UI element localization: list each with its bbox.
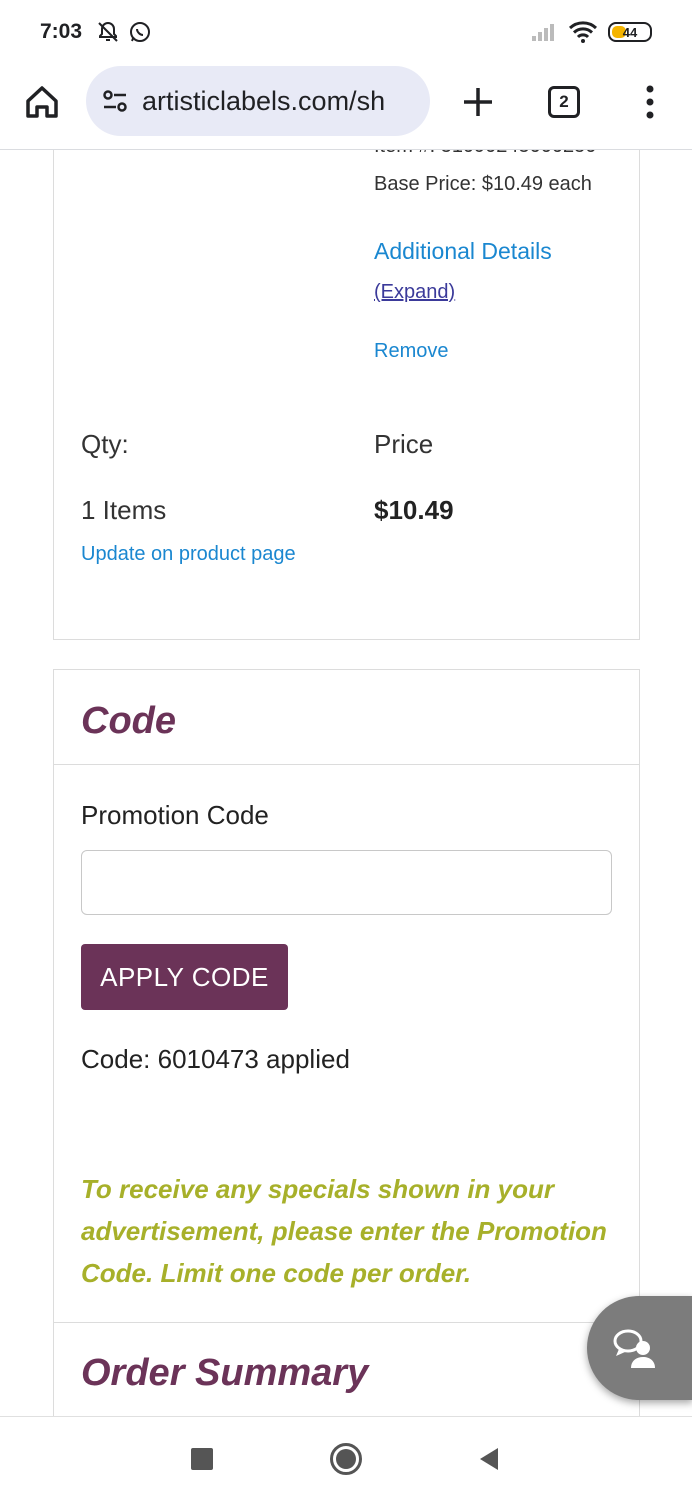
address-bar[interactable]: artisticlabels.com/sh [86, 66, 430, 136]
base-price: Base Price: $10.49 each [374, 173, 592, 195]
tabs-icon[interactable]: 2 [548, 86, 580, 118]
chat-button[interactable] [587, 1296, 692, 1400]
browser-toolbar: artisticlabels.com/sh 2 [0, 62, 692, 150]
system-nav-bar [0, 1416, 692, 1500]
chat-icon [613, 1329, 655, 1368]
code-title: Code [81, 700, 176, 742]
back-icon[interactable] [476, 1446, 502, 1472]
apply-code-button[interactable]: APPLY CODE [81, 944, 288, 1010]
signal-icon [532, 24, 554, 41]
home-icon[interactable] [22, 82, 62, 122]
additional-details-link[interactable]: Additional Details [374, 238, 552, 265]
code-applied-text: Code: 6010473 applied [81, 1044, 350, 1074]
home-nav-icon[interactable] [329, 1442, 363, 1476]
battery-level: 44 [622, 24, 638, 40]
status-system-icons: 44 [530, 20, 652, 44]
expand-link[interactable]: (Expand) [374, 281, 455, 304]
item-number: Item #: 51090245000250 [374, 150, 596, 158]
promo-code-label: Promotion Code [81, 800, 269, 830]
price-label: Price [374, 429, 434, 459]
order-summary-title: Order Summary [81, 1352, 369, 1394]
promo-code-card: Code Promotion Code APPLY CODE Code: 601… [53, 669, 640, 1416]
promo-code-input[interactable] [81, 850, 612, 915]
site-settings-icon[interactable] [100, 86, 130, 116]
update-on-product-page-link[interactable]: Update on product page [81, 543, 296, 566]
plus-icon[interactable] [456, 80, 500, 124]
wifi-icon [568, 21, 598, 43]
menu-icon[interactable] [640, 84, 660, 120]
status-time: 7:03 [40, 20, 83, 43]
divider [54, 1322, 639, 1323]
qty-value: 1 Items [81, 495, 167, 525]
whatsapp-icon [130, 22, 150, 42]
status-bar: 7:03 44 [0, 0, 692, 62]
cart-item-card: Item #: 51090245000250 Base Price: $10.4… [53, 150, 640, 640]
battery-icon: 44 [608, 22, 652, 42]
bell-off-icon [98, 21, 118, 42]
price-value: $10.49 [374, 495, 454, 525]
tab-count: 2 [559, 92, 569, 111]
recent-apps-icon[interactable] [191, 1448, 213, 1470]
code-header: Code [54, 670, 639, 765]
qty-label: Qty: [81, 429, 129, 459]
url-text: artisticlabels.com/sh [142, 85, 386, 116]
remove-link[interactable]: Remove [374, 340, 448, 363]
promo-note: To receive any specials shown in your ad… [81, 1174, 607, 1288]
status-notifications [96, 20, 152, 44]
page-content: Item #: 51090245000250 Base Price: $10.4… [0, 150, 692, 1416]
